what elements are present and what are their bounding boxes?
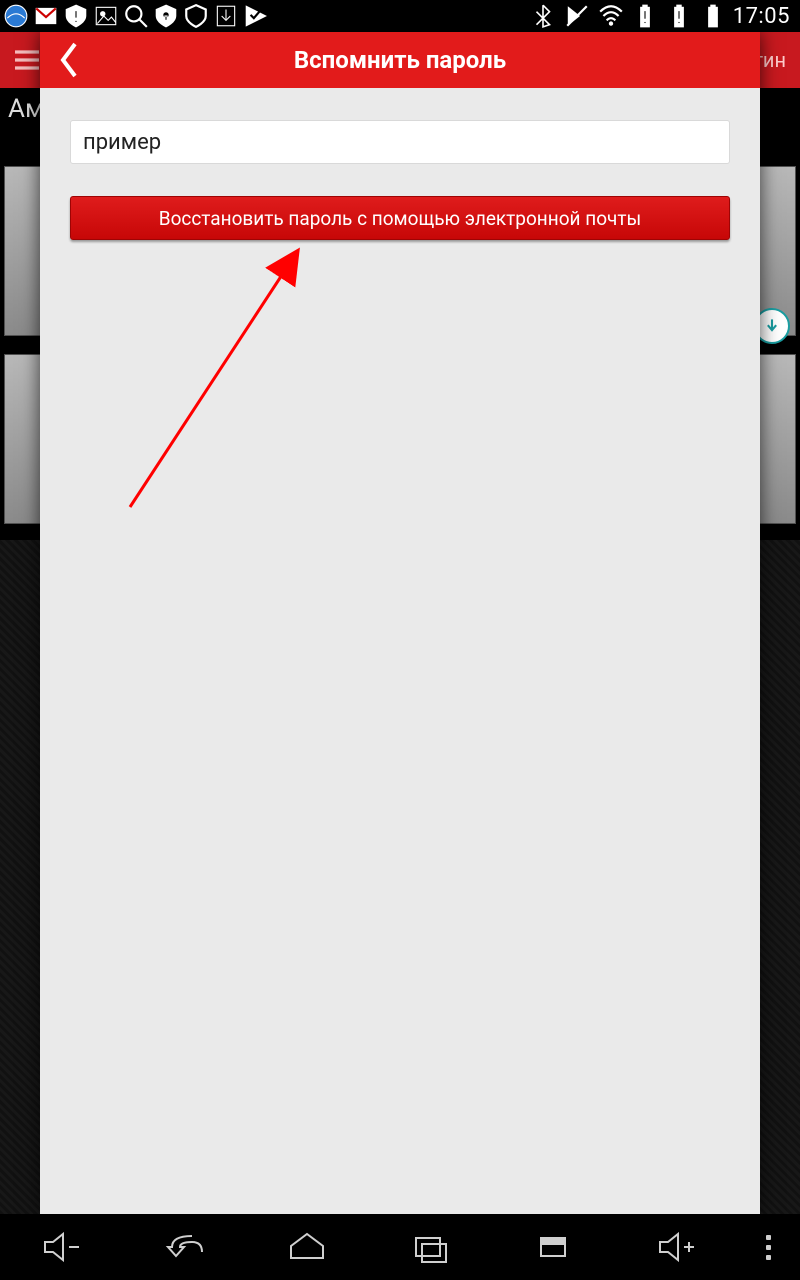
wifi-icon [597,2,625,30]
volume-up-button[interactable] [631,1219,721,1275]
battery-alert-icon [631,2,659,30]
recover-password-button[interactable]: Восстановить пароль с помощью электронно… [70,196,730,240]
search-icon [122,2,150,30]
volume-down-button[interactable] [16,1219,106,1275]
overflow-menu-button[interactable] [753,1235,783,1260]
email-input[interactable] [70,120,730,164]
password-recovery-modal: Вспомнить пароль Восстановить пароль с п… [40,32,760,1214]
modal-title: Вспомнить пароль [294,46,506,74]
image-icon [92,2,120,30]
checkmark-play-icon [242,2,270,30]
shield-outline-icon [182,2,210,30]
recent-apps-button[interactable] [385,1219,475,1275]
back-button[interactable] [44,32,94,88]
annotation-arrow [110,227,330,527]
login-link[interactable]: гин [755,48,800,72]
browser-icon [2,2,30,30]
battery-alert2-icon [665,2,693,30]
modal-header: Вспомнить пароль [40,32,760,88]
download-box-icon [212,2,240,30]
mute-icon [563,2,591,30]
bluetooth-icon [529,2,557,30]
back-nav-button[interactable] [139,1219,229,1275]
battery-icon [699,2,727,30]
status-bar: 17:05 [0,0,800,32]
lock-shield-icon [152,2,180,30]
shield-alert-icon [62,2,90,30]
screenshot-button[interactable] [508,1219,598,1275]
background-page-title: Ам [8,94,44,124]
gmail-icon [32,2,60,30]
home-nav-button[interactable] [262,1219,352,1275]
android-nav-bar [0,1214,800,1280]
clock-text: 17:05 [733,4,790,29]
